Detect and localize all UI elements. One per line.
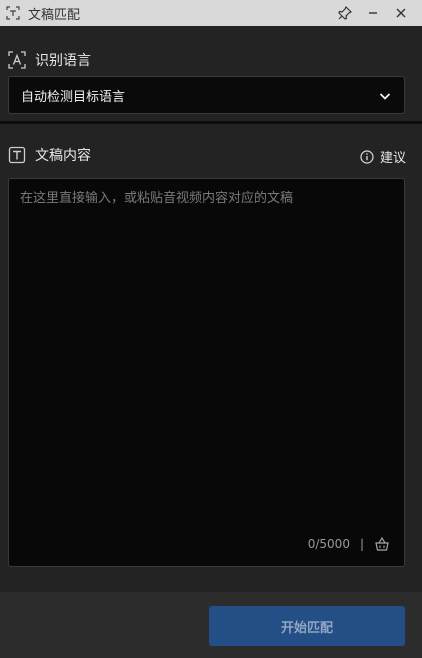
- close-button[interactable]: [387, 0, 415, 26]
- language-label: 识别语言: [35, 53, 91, 69]
- content-section-label: 文稿内容: [8, 145, 91, 165]
- minimize-icon: [369, 12, 377, 14]
- language-section-label: 识别语言: [8, 50, 91, 70]
- window-title: 文稿匹配: [28, 7, 81, 23]
- text-box-icon: [8, 146, 26, 164]
- language-letter-icon: [8, 51, 26, 69]
- pin-icon: [338, 6, 352, 20]
- language-selected-value: 自动检测目标语言: [21, 89, 126, 105]
- content-label: 文稿内容: [35, 148, 91, 164]
- start-match-button[interactable]: 开始匹配: [209, 606, 405, 646]
- clear-basket-icon[interactable]: [374, 536, 390, 552]
- section-divider: [0, 121, 422, 124]
- advice-link[interactable]: 建议: [360, 147, 406, 166]
- title-bar: 文稿匹配: [0, 0, 422, 26]
- minimize-button[interactable]: [359, 0, 387, 26]
- content-textarea[interactable]: [9, 179, 404, 519]
- close-icon: [396, 8, 406, 18]
- char-count: 0/5000: [307, 537, 350, 551]
- language-select[interactable]: 自动检测目标语言: [8, 76, 405, 114]
- counter-separator: |: [359, 537, 364, 551]
- info-icon: [360, 149, 374, 164]
- char-counter: 0/5000 |: [308, 536, 390, 552]
- pin-button[interactable]: [331, 0, 359, 26]
- content-textarea-box: 0/5000 |: [8, 178, 405, 567]
- scan-text-icon: [6, 6, 20, 20]
- chevron-down-icon: [379, 93, 391, 100]
- advice-label: 建议: [379, 151, 406, 166]
